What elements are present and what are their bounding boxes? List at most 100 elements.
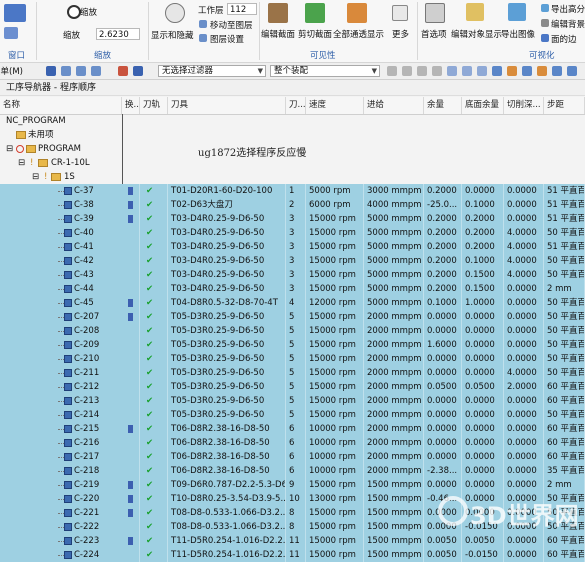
tree-label-unused[interactable]: 未用项 xyxy=(28,128,54,142)
preferences-button[interactable]: 首选项 xyxy=(421,28,447,40)
snap-icon[interactable] xyxy=(46,66,56,76)
snap-point-icon-12[interactable] xyxy=(552,66,562,76)
operation-name[interactable]: C-224 xyxy=(74,548,99,562)
operation-row[interactable]: C-37 ✔ T01-D20R1-60-D20-100 1 5000 rpm 3000 m… xyxy=(0,184,585,198)
operation-row[interactable]: C-43 ✔ T03-D4R0.25-9-D6-50 3 15000 rpm 5000 m… xyxy=(0,268,585,282)
snap-point-icon-5[interactable] xyxy=(447,66,457,76)
operation-name[interactable]: C-42 xyxy=(74,254,94,268)
column-header-stepover[interactable]: 步距 xyxy=(544,97,585,114)
operation-name[interactable]: C-222 xyxy=(74,520,99,534)
more-icon[interactable] xyxy=(392,5,408,21)
operation-name[interactable]: C-45 xyxy=(74,296,94,310)
tree-label-root[interactable]: NC_PROGRAM xyxy=(6,114,66,128)
zoom-button-label[interactable]: 缩放 xyxy=(80,6,97,18)
operation-name[interactable]: C-212 xyxy=(74,380,99,394)
operation-name[interactable]: C-37 xyxy=(74,184,94,198)
column-header-name[interactable]: 名称 xyxy=(0,97,122,114)
column-header-toolpath[interactable]: 刀轨 xyxy=(140,97,168,114)
operation-row[interactable]: C-45 ✔ T04-D8R0.5-32-D8-70-4T 4 12000 rpm 500… xyxy=(0,296,585,310)
zoom-icon[interactable] xyxy=(67,5,81,19)
column-header-cut-depth[interactable]: 切削深... xyxy=(504,97,544,114)
operation-name[interactable]: C-214 xyxy=(74,408,99,422)
filter-toggle-icon[interactable] xyxy=(133,66,143,76)
operation-row[interactable]: C-44 ✔ T03-D4R0.25-9-D6-50 3 15000 rpm 5000 m… xyxy=(0,282,585,296)
layer-select[interactable]: 112 xyxy=(227,3,257,15)
snap-point-icon-2[interactable] xyxy=(402,66,412,76)
column-header-stock[interactable]: 余量 xyxy=(424,97,462,114)
column-header-toolchange[interactable]: 换... xyxy=(122,97,140,114)
face-edges-icon[interactable] xyxy=(541,34,549,42)
tree-node-sub[interactable]: ⊟ ! 1S xyxy=(0,170,585,184)
filter-select[interactable]: 无选择过滤器 ▼ xyxy=(158,65,266,77)
snap-point-icon-8[interactable] xyxy=(492,66,502,76)
edit-object-display-icon[interactable] xyxy=(466,3,484,21)
window-icon[interactable] xyxy=(4,4,26,22)
edit-section-button[interactable]: 编辑截面 xyxy=(261,28,295,40)
operation-name[interactable]: C-39 xyxy=(74,212,94,226)
more-button[interactable]: 更多 xyxy=(392,28,409,40)
operation-name[interactable]: C-210 xyxy=(74,352,99,366)
operation-name[interactable]: C-216 xyxy=(74,436,99,450)
column-header-tool[interactable]: 刀具 xyxy=(168,97,286,114)
operation-row[interactable]: C-224 ✔ T11-D5R0.254-1.016-D2.2... 11 15000 … xyxy=(0,548,585,562)
select-multi-icon[interactable] xyxy=(76,66,86,76)
preferences-icon[interactable] xyxy=(425,3,445,23)
operation-name[interactable]: C-208 xyxy=(74,324,99,338)
operation-row[interactable]: C-215 ✔ T06-D8R2.38-16-D8-50 6 10000 rpm 2000… xyxy=(0,422,585,436)
collapse-icon[interactable]: ⊟ xyxy=(32,170,39,184)
export-hd-icon[interactable] xyxy=(541,4,549,12)
column-header-tool-number[interactable]: 刀... xyxy=(286,97,306,114)
tree-label-program[interactable]: PROGRAM xyxy=(38,142,81,156)
select-chain-icon[interactable] xyxy=(91,66,101,76)
window-small-icon[interactable] xyxy=(4,27,18,39)
tree-label-sub[interactable]: 1S xyxy=(64,170,75,184)
operation-row[interactable]: C-214 ✔ T05-D3R0.25-9-D6-50 5 15000 rpm 2000 … xyxy=(0,408,585,422)
snap-point-icon-1[interactable] xyxy=(387,66,397,76)
snap-point-icon-11[interactable] xyxy=(537,66,547,76)
operation-row[interactable]: C-211 ✔ T05-D3R0.25-9-D6-50 5 15000 rpm 2000 … xyxy=(0,366,585,380)
operation-name[interactable]: C-44 xyxy=(74,282,94,296)
snap-point-icon-9[interactable] xyxy=(507,66,517,76)
tree-node-unused[interactable]: 未用项 xyxy=(0,128,585,142)
export-hd-button[interactable]: 导出高分 xyxy=(551,3,585,15)
operation-row[interactable]: C-42 ✔ T03-D4R0.25-9-D6-50 3 15000 rpm 5000 m… xyxy=(0,254,585,268)
snap-point-icon-6[interactable] xyxy=(462,66,472,76)
export-image-icon[interactable] xyxy=(508,3,526,21)
operation-name[interactable]: C-207 xyxy=(74,310,99,324)
tree-node-root[interactable]: NC_PROGRAM xyxy=(0,114,585,128)
snap-point-icon-13[interactable] xyxy=(567,66,577,76)
cut-section-icon[interactable] xyxy=(305,3,325,23)
tree-label-group[interactable]: CR-1-10L xyxy=(51,156,90,170)
operation-name[interactable]: C-223 xyxy=(74,534,99,548)
operation-row[interactable]: C-39 ✔ T03-D4R0.25-9-D6-50 3 15000 rpm 5000 m… xyxy=(0,212,585,226)
operation-name[interactable]: C-211 xyxy=(74,366,99,380)
operation-row[interactable]: C-208 ✔ T05-D3R0.25-9-D6-50 5 15000 rpm 2000 … xyxy=(0,324,585,338)
operation-name[interactable]: C-221 xyxy=(74,506,99,520)
snap-point-icon-7[interactable] xyxy=(477,66,487,76)
operation-name[interactable]: C-38 xyxy=(74,198,94,212)
menu-button[interactable]: 菜单(M) xyxy=(0,65,23,77)
face-edges-button[interactable]: 面的边 xyxy=(551,33,577,45)
operation-name[interactable]: C-40 xyxy=(74,226,94,240)
move-to-layer-button[interactable]: 移动至图层 xyxy=(210,19,253,31)
assembly-select[interactable]: 整个装配 ▼ xyxy=(270,65,380,77)
edit-object-display-button[interactable]: 编辑对象显示 xyxy=(451,28,502,40)
cut-section-button[interactable]: 剪切截面 xyxy=(298,28,332,40)
operation-row[interactable]: C-219 ✔ T09-D6R0.787-D2.2-5.3-D6 9 15000 rpm… xyxy=(0,478,585,492)
operation-name[interactable]: C-41 xyxy=(74,240,94,254)
select-icon[interactable] xyxy=(61,66,71,76)
filter-reset-icon[interactable] xyxy=(118,66,128,76)
snap-point-icon-10[interactable] xyxy=(522,66,532,76)
operation-name[interactable]: C-215 xyxy=(74,422,99,436)
operation-name[interactable]: C-209 xyxy=(74,338,99,352)
edit-background-button[interactable]: 编辑背景 xyxy=(551,18,585,30)
operation-row[interactable]: C-213 ✔ T05-D3R0.25-9-D6-50 5 15000 rpm 2000 … xyxy=(0,394,585,408)
operation-row[interactable]: C-212 ✔ T05-D3R0.25-9-D6-50 5 15000 rpm 2000 … xyxy=(0,380,585,394)
export-image-button[interactable]: 导出图像 xyxy=(501,28,535,40)
operation-name[interactable]: C-217 xyxy=(74,450,99,464)
collapse-icon[interactable]: ⊟ xyxy=(18,156,25,170)
operation-row[interactable]: C-207 ✔ T05-D3R0.25-9-D6-50 5 15000 rpm 2000 … xyxy=(0,310,585,324)
move-layer-icon[interactable] xyxy=(199,20,207,28)
show-all-icon[interactable] xyxy=(347,3,367,23)
layer-settings-button[interactable]: 图层设置 xyxy=(210,33,244,45)
